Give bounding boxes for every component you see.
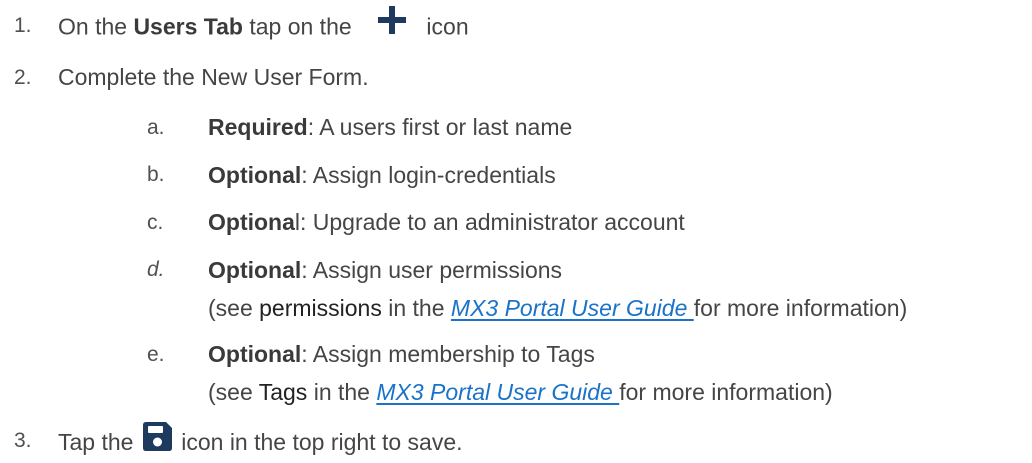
optional-label: Optional — [208, 257, 302, 283]
note-text: in the — [381, 295, 451, 321]
substep-letter: d. — [147, 258, 165, 281]
step-text: tap on the — [242, 13, 359, 40]
note-text: in the — [307, 379, 377, 405]
save-icon — [142, 421, 173, 459]
substep-letter: e. — [147, 343, 165, 366]
portal-user-guide-link[interactable]: MX3 Portal User Guide — [451, 295, 694, 321]
optional-label: Optiona — [208, 209, 295, 235]
step-text: On the — [58, 13, 134, 40]
substep-a: Required: A users first or last name — [208, 112, 572, 142]
step-text: icon in the top right to save. — [174, 429, 463, 456]
substep-letter: b. — [147, 163, 165, 186]
step-text: icon — [420, 13, 469, 40]
substep-e-note: (see Tags in the MX3 Portal User Guide f… — [208, 377, 833, 407]
step-text: Tap the — [58, 429, 140, 456]
substep-text: : A users first or last name — [307, 114, 573, 140]
substep-letter: a. — [147, 116, 165, 139]
substep-d-note: (see permissions in the MX3 Portal User … — [208, 293, 907, 323]
substep-text: l: Upgrade to an administrator account — [294, 209, 685, 235]
step-number: 3. — [14, 429, 32, 452]
plus-icon — [378, 6, 407, 41]
note-text: (see — [208, 379, 259, 405]
substep-text: : Assign user permissions — [301, 257, 563, 283]
optional-label: Optional — [208, 162, 302, 188]
users-tab-label: Users Tab — [133, 13, 243, 40]
substep-letter: c. — [147, 211, 164, 234]
substep-e: Optional: Assign membership to Tags — [208, 339, 595, 369]
optional-label: Optional — [208, 341, 302, 367]
step-number: 1. — [14, 14, 32, 37]
note-text: for more information) — [693, 295, 908, 321]
substep-b: Optional: Assign login-credentials — [208, 160, 556, 190]
step-2: Complete the New User Form. — [58, 64, 369, 90]
substep-c: Optional: Upgrade to an administrator ac… — [208, 207, 685, 237]
permissions-term: permissions — [259, 295, 382, 321]
tags-term: Tags — [258, 379, 308, 405]
portal-user-guide-link[interactable]: MX3 Portal User Guide — [376, 379, 619, 405]
step-number: 2. — [14, 66, 32, 89]
required-label: Required — [208, 114, 308, 140]
step-3: Tap the icon in the top right to save. — [58, 422, 463, 463]
note-text: (see — [208, 295, 260, 321]
note-text: for more information) — [619, 379, 833, 405]
substep-text: : Assign membership to Tags — [301, 341, 595, 367]
step-1: On the Users Tab tap on the icon — [58, 6, 469, 46]
substep-d: Optional: Assign user permissions — [208, 255, 562, 285]
substep-text: : Assign login-credentials — [301, 162, 556, 188]
